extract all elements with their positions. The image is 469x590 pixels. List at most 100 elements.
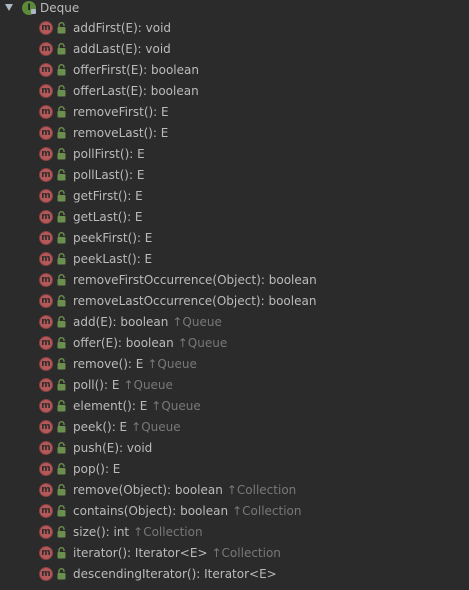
method-icon: m bbox=[39, 336, 53, 350]
method-item[interactable]: m pollLast(): E bbox=[0, 165, 469, 186]
method-text: descendingIterator(): Iterator<E> bbox=[73, 564, 277, 585]
method-signature: iterator(): Iterator<E> bbox=[73, 546, 208, 560]
method-item[interactable]: m remove(Object): boolean ↑Collection bbox=[0, 480, 469, 501]
method-item[interactable]: m pollFirst(): E bbox=[0, 144, 469, 165]
method-icon: m bbox=[39, 483, 53, 497]
method-signature: addFirst(E): void bbox=[73, 21, 172, 35]
public-lock-icon bbox=[57, 568, 66, 580]
method-item[interactable]: m getFirst(): E bbox=[0, 186, 469, 207]
method-item[interactable]: m addLast(E): void bbox=[0, 39, 469, 60]
method-text: pop(): E bbox=[73, 459, 120, 480]
method-icon: m bbox=[39, 420, 53, 434]
public-lock-icon bbox=[57, 22, 66, 34]
method-text: remove(): E ↑Queue bbox=[73, 354, 197, 375]
method-item[interactable]: m remove(): E ↑Queue bbox=[0, 354, 469, 375]
class-name: Deque bbox=[40, 1, 80, 15]
method-item[interactable]: m removeLastOccurrence(Object): boolean bbox=[0, 291, 469, 312]
method-icon: m bbox=[39, 84, 53, 98]
method-signature: getLast(): E bbox=[73, 210, 143, 224]
method-icon: m bbox=[39, 441, 53, 455]
method-signature: offerFirst(E): boolean bbox=[73, 63, 199, 77]
expand-arrow-icon[interactable] bbox=[5, 4, 13, 11]
structure-tree: I Deque m addFirst(E): void m addLast(E): v… bbox=[0, 0, 469, 590]
method-icon: m bbox=[39, 168, 53, 182]
method-item[interactable]: m descendingIterator(): Iterator<E> bbox=[0, 564, 469, 585]
method-text: peek(): E ↑Queue bbox=[73, 417, 181, 438]
public-lock-icon bbox=[57, 463, 66, 475]
method-item[interactable]: m peekFirst(): E bbox=[0, 228, 469, 249]
method-item[interactable]: m offerLast(E): boolean bbox=[0, 81, 469, 102]
class-node-deque[interactable]: I Deque bbox=[0, 0, 469, 17]
method-text: addLast(E): void bbox=[73, 39, 171, 60]
public-lock-icon bbox=[57, 421, 66, 433]
inherited-from-label: ↑Collection bbox=[133, 525, 203, 539]
method-icon: m bbox=[39, 525, 53, 539]
method-signature: addLast(E): void bbox=[73, 42, 171, 56]
inherited-from-label: ↑Queue bbox=[123, 378, 173, 392]
inherited-from-label: ↑Queue bbox=[177, 336, 228, 350]
method-icon: m bbox=[39, 189, 53, 203]
public-lock-icon bbox=[57, 379, 66, 391]
inherited-from-label: ↑Queue bbox=[151, 399, 201, 413]
method-item[interactable]: m poll(): E ↑Queue bbox=[0, 375, 469, 396]
method-text: removeFirstOccurrence(Object): boolean bbox=[73, 270, 317, 291]
method-item[interactable]: m getLast(): E bbox=[0, 207, 469, 228]
method-item[interactable]: m size(): int ↑Collection bbox=[0, 522, 469, 543]
public-lock-icon bbox=[57, 85, 66, 97]
method-text: size(): int ↑Collection bbox=[73, 522, 203, 543]
public-lock-icon bbox=[57, 106, 66, 118]
method-item[interactable]: m element(): E ↑Queue bbox=[0, 396, 469, 417]
method-icon: m bbox=[39, 399, 53, 413]
public-lock-icon bbox=[57, 547, 66, 559]
method-item[interactable]: m removeFirst(): E bbox=[0, 102, 469, 123]
method-item[interactable]: m push(E): void bbox=[0, 438, 469, 459]
public-lock-icon bbox=[57, 337, 66, 349]
method-icon: m bbox=[39, 504, 53, 518]
method-item[interactable]: m peekLast(): E bbox=[0, 249, 469, 270]
method-signature: removeLastOccurrence(Object): boolean bbox=[73, 294, 317, 308]
method-item[interactable]: m offerFirst(E): boolean bbox=[0, 60, 469, 81]
method-icon: m bbox=[39, 252, 53, 266]
method-item[interactable]: m removeFirstOccurrence(Object): boolean bbox=[0, 270, 469, 291]
inherited-from-label: ↑Queue bbox=[131, 420, 181, 434]
method-icon: m bbox=[39, 21, 53, 35]
method-item[interactable]: m removeLast(): E bbox=[0, 123, 469, 144]
method-signature: remove(): E bbox=[73, 357, 144, 371]
method-icon: m bbox=[39, 105, 53, 119]
public-lock-icon bbox=[57, 127, 66, 139]
method-signature: peekLast(): E bbox=[73, 252, 153, 266]
public-lock-icon bbox=[57, 232, 66, 244]
method-signature: add(E): boolean bbox=[73, 315, 169, 329]
method-text: remove(Object): boolean ↑Collection bbox=[73, 480, 296, 501]
method-item[interactable]: m iterator(): Iterator<E> ↑Collection bbox=[0, 543, 469, 564]
method-item[interactable]: m peek(): E ↑Queue bbox=[0, 417, 469, 438]
method-text: removeFirst(): E bbox=[73, 102, 169, 123]
public-lock-icon bbox=[57, 442, 66, 454]
method-icon: m bbox=[39, 63, 53, 77]
method-signature: size(): int bbox=[73, 525, 130, 539]
method-signature: poll(): E bbox=[73, 378, 120, 392]
method-signature: removeFirstOccurrence(Object): boolean bbox=[73, 273, 317, 287]
method-text: iterator(): Iterator<E> ↑Collection bbox=[73, 543, 281, 564]
method-item[interactable]: m addFirst(E): void bbox=[0, 18, 469, 39]
method-item[interactable]: m add(E): boolean ↑Queue bbox=[0, 312, 469, 333]
method-text: getFirst(): E bbox=[73, 186, 143, 207]
method-text: offerLast(E): boolean bbox=[73, 81, 199, 102]
method-signature: peekFirst(): E bbox=[73, 231, 153, 245]
method-item[interactable]: m contains(Object): boolean ↑Collection bbox=[0, 501, 469, 522]
method-icon: m bbox=[39, 231, 53, 245]
method-item[interactable]: m offer(E): boolean ↑Queue bbox=[0, 333, 469, 354]
method-signature: peek(): E bbox=[73, 420, 128, 434]
public-lock-icon bbox=[57, 253, 66, 265]
method-signature: removeFirst(): E bbox=[73, 105, 169, 119]
method-icon: m bbox=[39, 42, 53, 56]
method-text: peekLast(): E bbox=[73, 249, 152, 270]
method-text: addFirst(E): void bbox=[73, 18, 171, 39]
method-text: offer(E): boolean ↑Queue bbox=[73, 333, 227, 354]
method-item[interactable]: m pop(): E bbox=[0, 459, 469, 480]
method-signature: remove(Object): boolean bbox=[73, 483, 223, 497]
method-signature: pollFirst(): E bbox=[73, 147, 145, 161]
public-lock-icon bbox=[57, 148, 66, 160]
method-icon: m bbox=[39, 462, 53, 476]
public-lock-icon bbox=[57, 400, 66, 412]
